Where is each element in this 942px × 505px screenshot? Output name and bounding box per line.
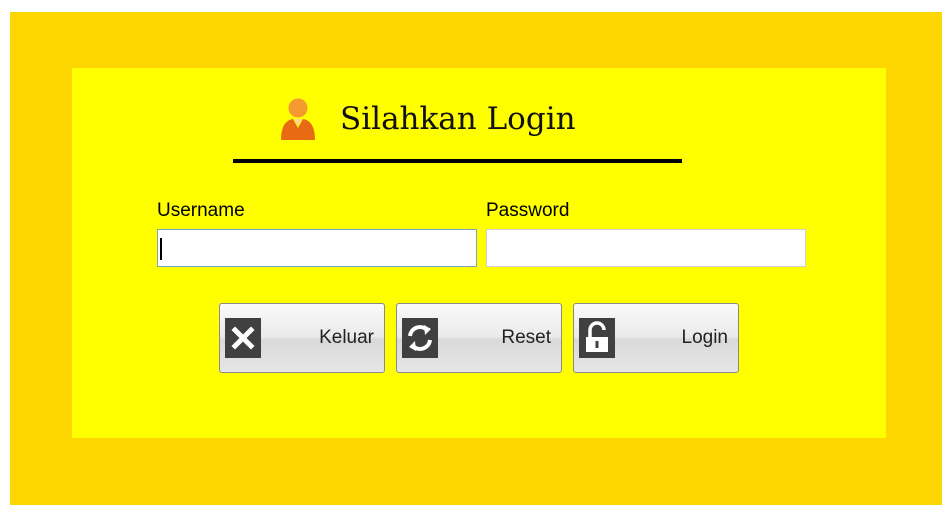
keluar-button-label: Keluar xyxy=(319,327,374,348)
page-title: Silahkan Login xyxy=(340,101,576,137)
login-header: Silahkan Login xyxy=(278,94,576,144)
keluar-button[interactable]: Keluar xyxy=(219,303,385,373)
password-input[interactable] xyxy=(486,229,806,267)
login-button[interactable]: Login xyxy=(573,303,739,373)
close-icon xyxy=(225,318,261,358)
refresh-icon xyxy=(402,318,438,358)
window-frame: Silahkan Login Username Password Keluar … xyxy=(10,12,942,505)
reset-button[interactable]: Reset xyxy=(396,303,562,373)
login-panel: Silahkan Login Username Password Keluar … xyxy=(72,68,886,438)
reset-button-label: Reset xyxy=(501,327,551,348)
password-label: Password xyxy=(486,200,570,221)
title-divider xyxy=(233,159,682,163)
text-caret xyxy=(160,238,162,260)
unlock-icon xyxy=(579,318,615,358)
login-button-label: Login xyxy=(681,327,729,348)
user-icon xyxy=(281,98,315,140)
username-label: Username xyxy=(157,200,245,221)
username-input[interactable] xyxy=(157,229,477,267)
